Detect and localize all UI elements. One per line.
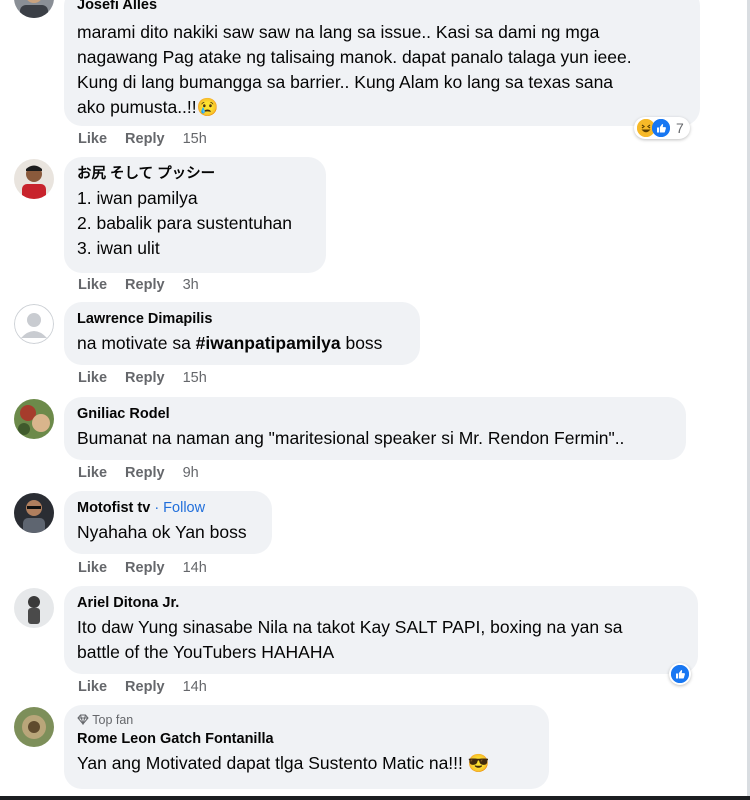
timestamp[interactable]: 15h xyxy=(183,370,207,386)
comment-text-part: boss xyxy=(340,333,383,353)
timestamp[interactable]: 14h xyxy=(183,560,207,576)
comment-actions: Like Reply 15h xyxy=(78,131,221,147)
comment-line: ako pumusta..!!😢 xyxy=(77,97,219,117)
timestamp[interactable]: 15h xyxy=(183,131,207,147)
comment-actions: Like Reply 3h xyxy=(78,277,213,293)
reaction-count: 7 xyxy=(676,120,684,136)
reply-link[interactable]: Reply xyxy=(125,277,165,293)
like-link[interactable]: Like xyxy=(78,277,107,293)
reply-link[interactable]: Reply xyxy=(125,131,165,147)
comment-actions: Like Reply 15h xyxy=(78,370,221,386)
like-link[interactable]: Like xyxy=(78,131,107,147)
comment-text: na motivate sa #iwanpatipamilya boss xyxy=(77,331,408,356)
comment-author[interactable]: Josefi Alles xyxy=(77,0,688,15)
comment-bubble: Gniliac Rodel Bumanat na naman ang "mari… xyxy=(64,397,686,460)
comment-actions: Like Reply 14h xyxy=(78,679,221,695)
comment-text: marami dito nakiki saw saw na lang sa is… xyxy=(77,20,688,120)
diamond-icon xyxy=(77,713,92,727)
comment-text: Ito daw Yung sinasabe Nila na takot Kay … xyxy=(77,615,686,665)
comment-bubble: お尻 そして プッシー 1. iwan pamilya 2. babalik p… xyxy=(64,157,326,273)
bottom-edge xyxy=(0,796,750,800)
reply-link[interactable]: Reply xyxy=(125,370,165,386)
comment-text: 1. iwan pamilya 2. babalik para sustentu… xyxy=(77,186,314,261)
comment-line: 1. iwan pamilya xyxy=(77,188,198,208)
comment-line: battle of the YouTubers HAHAHA xyxy=(77,642,335,662)
avatar[interactable] xyxy=(14,493,54,533)
reply-link[interactable]: Reply xyxy=(125,679,165,695)
like-link[interactable]: Like xyxy=(78,370,107,386)
like-reaction-icon xyxy=(671,665,689,683)
follow-link[interactable]: · Follow xyxy=(154,500,205,516)
comment-bubble: Motofist tv · Follow Nyahaha ok Yan boss xyxy=(64,491,272,554)
comment-actions: Like Reply 14h xyxy=(78,560,221,576)
comment-author-row: Motofist tv · Follow xyxy=(77,499,260,518)
avatar[interactable] xyxy=(14,304,54,344)
avatar[interactable] xyxy=(14,0,54,18)
comment-text: Bumanat na naman ang "maritesional speak… xyxy=(77,428,625,448)
timestamp[interactable]: 9h xyxy=(183,465,199,481)
comment-bubble: Top fan Rome Leon Gatch Fontanilla Yan a… xyxy=(64,705,549,789)
comment-author[interactable]: Rome Leon Gatch Fontanilla xyxy=(77,730,537,749)
top-fan-label: Top fan xyxy=(92,713,134,727)
top-fan-badge: Top fan xyxy=(77,713,537,728)
comment-text: Nyahaha ok Yan boss xyxy=(77,522,247,542)
reply-link[interactable]: Reply xyxy=(125,560,165,576)
like-reaction-icon xyxy=(652,119,670,137)
comment-author[interactable]: Ariel Ditona Jr. xyxy=(77,594,686,613)
comment-author[interactable]: Motofist tv xyxy=(77,500,150,516)
avatar[interactable] xyxy=(14,707,54,747)
comment-line: 2. babalik para sustentuhan xyxy=(77,213,293,233)
comment-bubble: Lawrence Dimapilis na motivate sa #iwanp… xyxy=(64,302,420,365)
timestamp[interactable]: 3h xyxy=(183,277,199,293)
avatar[interactable] xyxy=(14,588,54,628)
comment-line: marami dito nakiki saw saw na lang sa is… xyxy=(77,22,600,42)
comment-bubble: Josefi Alles marami dito nakiki saw saw … xyxy=(64,0,700,126)
comment-author[interactable]: お尻 そして プッシー xyxy=(77,165,314,184)
like-link[interactable]: Like xyxy=(78,560,107,576)
timestamp[interactable]: 14h xyxy=(183,679,207,695)
comment-text-part: na motivate sa xyxy=(77,333,196,353)
comment-line: nagawang Pag atake ng talisaing manok. d… xyxy=(77,47,632,67)
comment-author[interactable]: Gniliac Rodel xyxy=(77,405,674,424)
comment-bubble: Ariel Ditona Jr. Ito daw Yung sinasabe N… xyxy=(64,586,698,674)
comment-line: 3. iwan ulit xyxy=(77,238,160,258)
avatar[interactable] xyxy=(14,399,54,439)
avatar[interactable] xyxy=(14,159,54,199)
reply-link[interactable]: Reply xyxy=(125,465,165,481)
reaction-summary[interactable]: 7 xyxy=(634,117,690,139)
like-link[interactable]: Like xyxy=(78,679,107,695)
comment-author[interactable]: Lawrence Dimapilis xyxy=(77,310,408,329)
like-link[interactable]: Like xyxy=(78,465,107,481)
comment-text: Yan ang Motivated dapat tlga Sustento Ma… xyxy=(77,753,490,773)
hashtag-link[interactable]: #iwanpatipamilya xyxy=(196,333,341,353)
comment-actions: Like Reply 9h xyxy=(78,465,213,481)
comment-line: Ito daw Yung sinasabe Nila na takot Kay … xyxy=(77,617,623,637)
reaction-summary[interactable] xyxy=(669,663,691,685)
comment-line: Kung di lang bumangga sa barrier.. Kung … xyxy=(77,72,614,92)
